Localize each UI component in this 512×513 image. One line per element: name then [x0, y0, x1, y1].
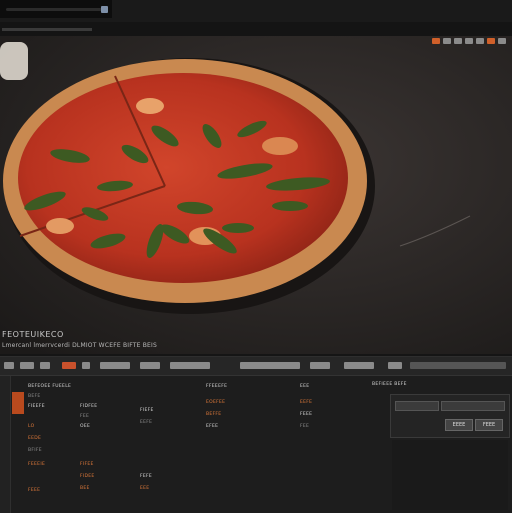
row-label: FEEEIE [28, 462, 46, 467]
viewer-toolbar [432, 38, 506, 44]
reset-button[interactable]: FEEE [475, 419, 503, 431]
fit-icon[interactable] [454, 38, 462, 44]
timeline-slider[interactable] [6, 8, 102, 11]
menu-icon[interactable] [4, 362, 14, 369]
tool-group[interactable] [344, 362, 374, 369]
row-value: FIDEE [80, 474, 95, 479]
secondary-strip [0, 22, 512, 36]
color-swatch[interactable] [12, 392, 24, 414]
file-icon[interactable] [20, 362, 34, 369]
row-label: BEFE [28, 394, 41, 399]
row-label: BFIFE [28, 448, 42, 453]
row-value: FEE [80, 414, 90, 419]
row-value: OEE [80, 424, 91, 429]
tool-group[interactable] [140, 362, 160, 369]
row-value: FFEEEFE [206, 384, 228, 389]
value-field[interactable] [395, 401, 439, 411]
row-value: FEFE [140, 474, 153, 479]
top-bar [0, 0, 512, 22]
close-icon[interactable] [498, 38, 506, 44]
row-value: EEE [300, 384, 310, 389]
panel-toolbar [0, 357, 512, 376]
row-value: FEEE [300, 412, 313, 417]
row-value: EOEFEE [206, 400, 226, 405]
record-icon[interactable] [62, 362, 76, 369]
viewer-caption-subtitle: Lmercanl lmerrvcerdi DLMIOT WCEFE BIFTE … [2, 342, 158, 349]
zoom-icon[interactable] [465, 38, 473, 44]
record-icon[interactable] [432, 38, 440, 44]
grid-icon[interactable] [443, 38, 451, 44]
image-viewer[interactable] [0, 36, 512, 354]
row-value: EFEE [206, 424, 219, 429]
apply-button[interactable]: EEEE [445, 419, 473, 431]
cheese-spot [136, 98, 164, 114]
row-value: EEFE [140, 420, 153, 425]
menu-bar-placeholder [2, 28, 92, 31]
play-icon[interactable] [82, 362, 90, 369]
row-label: EEDE [28, 436, 42, 441]
row-value: BEFFE [206, 412, 222, 417]
cheese-spot [262, 137, 298, 155]
row-value: EEE [140, 486, 150, 491]
row-value: FEE [300, 424, 310, 429]
search-field[interactable] [410, 362, 506, 369]
empty-panel-area [392, 440, 508, 510]
tool-group[interactable] [100, 362, 130, 369]
tool-group[interactable] [170, 362, 210, 369]
row-value: BEE [80, 486, 90, 491]
row-value: FIEFE [140, 408, 154, 413]
tool-group[interactable] [310, 362, 330, 369]
settings-icon[interactable] [476, 38, 484, 44]
row-label: BEFEOEE FUEELE [28, 384, 72, 389]
pizza-image [0, 36, 512, 354]
section-header: BEFIEEE BEFE [372, 382, 407, 387]
row-label: FEEE [28, 488, 41, 493]
row-value: EEFE [300, 400, 313, 405]
tool-group[interactable] [240, 362, 300, 369]
row-value: FIDFEE [80, 404, 98, 409]
settings-box: EEEE FEEE [390, 394, 510, 438]
row-value: FIFEE [80, 462, 94, 467]
left-sidebar [0, 376, 11, 513]
viewer-caption-title: FEOTEUIKECO [2, 330, 64, 339]
napkin [0, 42, 28, 80]
row-label: LO [28, 424, 35, 429]
edit-icon[interactable] [40, 362, 50, 369]
value-field[interactable] [441, 401, 505, 411]
row-label: FIEEFE [28, 404, 45, 409]
alert-icon[interactable] [487, 38, 495, 44]
tool-group[interactable] [388, 362, 402, 369]
cheese-spot [46, 218, 74, 234]
timeline-handle[interactable] [101, 6, 108, 13]
